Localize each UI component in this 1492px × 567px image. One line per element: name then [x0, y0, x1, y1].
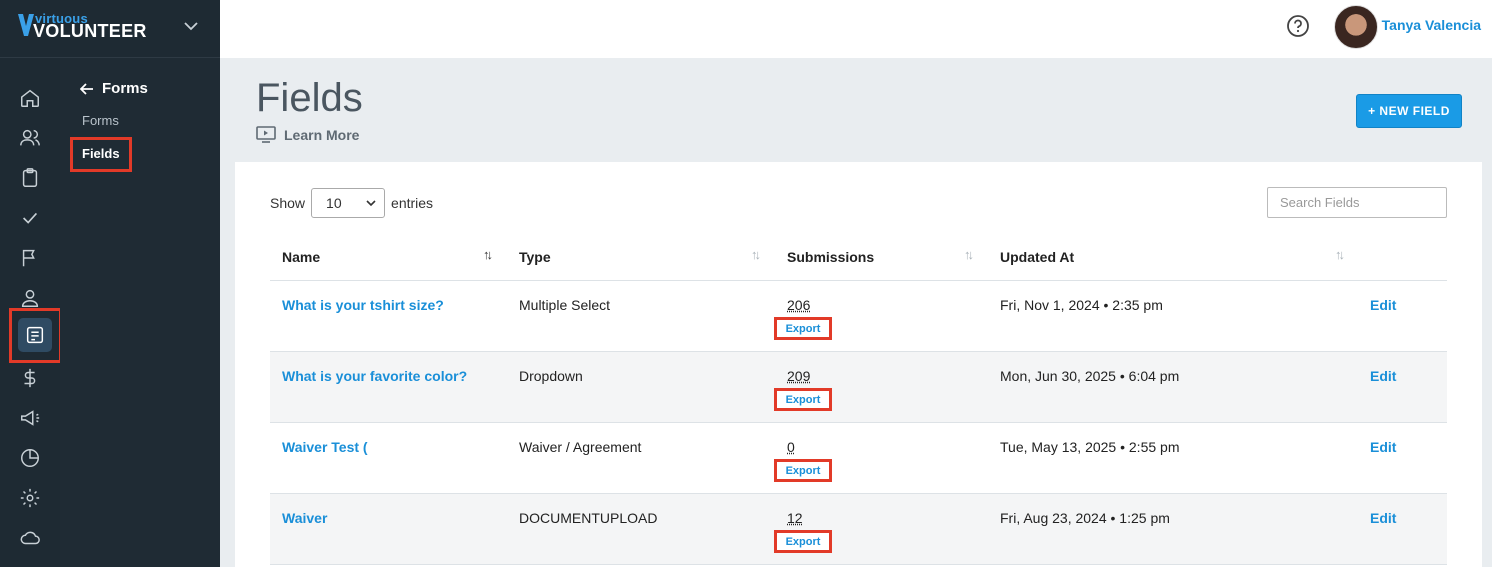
pie-chart-icon[interactable] — [14, 442, 46, 474]
field-type: Dropdown — [519, 368, 583, 384]
top-bar: Tanya Valencia — [220, 0, 1492, 58]
people-icon[interactable] — [14, 122, 46, 154]
forms-nav-highlight — [9, 308, 62, 363]
sort-icon[interactable]: ↑↓ — [483, 247, 493, 262]
column-header-submissions[interactable]: Submissions — [787, 249, 874, 265]
table-row: Waiver DOCUMENTUPLOAD 12 Export Fri, Aug… — [270, 494, 1447, 565]
column-header-type[interactable]: Type — [519, 249, 551, 265]
megaphone-icon[interactable] — [14, 402, 46, 434]
brand-name: VOLUNTEER — [33, 21, 147, 41]
entries-control: Show 10 entries — [270, 188, 433, 218]
chevron-down-icon — [366, 200, 376, 207]
export-highlight: Export — [774, 459, 832, 482]
column-header-updated-at[interactable]: Updated At — [1000, 249, 1074, 265]
sort-icon[interactable]: ↑↓ — [1335, 247, 1345, 262]
video-icon — [256, 126, 276, 143]
help-icon[interactable] — [1286, 14, 1310, 38]
submissions-count: 12 — [787, 510, 803, 526]
submissions-count: 206 — [787, 297, 811, 313]
field-type: Multiple Select — [519, 297, 611, 313]
field-type: Waiver / Agreement — [519, 439, 642, 455]
updated-at: Fri, Aug 23, 2024 • 1:25 pm — [1000, 510, 1170, 526]
column-header-name[interactable]: Name — [282, 249, 320, 265]
gear-icon[interactable] — [14, 482, 46, 514]
user-name[interactable]: Tanya Valencia — [1382, 17, 1481, 33]
learn-more-label: Learn More — [284, 126, 360, 143]
export-link[interactable]: Export — [786, 394, 821, 406]
chevron-down-icon[interactable] — [183, 18, 199, 34]
submissions-count: 209 — [787, 368, 811, 384]
table-row: Waiver Test ( Waiver / Agreement 0 Expor… — [270, 423, 1447, 494]
back-to-forms-link[interactable]: Forms — [80, 80, 148, 97]
clipboard-icon[interactable] — [14, 162, 46, 194]
search-input[interactable] — [1267, 187, 1447, 218]
entries-value: 10 — [326, 195, 342, 211]
edit-link[interactable]: Edit — [1370, 368, 1396, 384]
table-row: What is your tshirt size? Multiple Selec… — [270, 281, 1447, 352]
updated-at: Mon, Jun 30, 2025 • 6:04 pm — [1000, 368, 1180, 384]
sort-icon[interactable]: ↑↓ — [964, 247, 974, 262]
export-link[interactable]: Export — [786, 323, 821, 335]
field-name-link[interactable]: Waiver Test ( — [282, 439, 368, 455]
page-title: Fields — [256, 76, 363, 120]
table-row: What is your favorite color? Dropdown 20… — [270, 352, 1447, 423]
cloud-icon[interactable] — [14, 522, 46, 554]
sub-navigation: Forms Forms Fields — [60, 58, 220, 567]
entries-label: entries — [391, 195, 434, 211]
export-link[interactable]: Export — [786, 536, 821, 548]
updated-at: Fri, Nov 1, 2024 • 2:35 pm — [1000, 297, 1163, 313]
icon-rail — [0, 0, 62, 567]
table-header: Name ↑↓ Type ↑↓ Submissions ↑↓ Updated A… — [270, 239, 1447, 281]
check-icon[interactable] — [14, 202, 46, 234]
edit-link[interactable]: Edit — [1370, 297, 1396, 313]
subnav-item-forms[interactable]: Forms — [82, 113, 119, 128]
field-name-link[interactable]: What is your favorite color? — [282, 368, 467, 384]
home-icon[interactable] — [14, 82, 46, 114]
fields-table-card: Show 10 entries Name ↑↓ Type ↑↓ Submissi… — [235, 162, 1482, 567]
dollar-icon[interactable] — [14, 362, 46, 394]
arrow-left-icon — [80, 82, 93, 95]
learn-more-link[interactable]: Learn More — [256, 126, 359, 143]
export-link[interactable]: Export — [786, 465, 821, 477]
field-type: DOCUMENTUPLOAD — [519, 510, 658, 526]
new-field-button[interactable]: + NEW FIELD — [1356, 94, 1462, 128]
avatar[interactable] — [1334, 5, 1378, 49]
field-name-link[interactable]: What is your tshirt size? — [282, 297, 444, 313]
submissions-count: 0 — [787, 439, 795, 455]
brand-header[interactable]: virtuous VOLUNTEER — [0, 0, 220, 58]
sort-icon[interactable]: ↑↓ — [751, 247, 761, 262]
fields-nav-highlight — [70, 137, 132, 172]
export-highlight: Export — [774, 530, 832, 553]
show-label: Show — [270, 195, 306, 211]
logo-icon — [18, 14, 34, 36]
edit-link[interactable]: Edit — [1370, 439, 1396, 455]
export-highlight: Export — [774, 388, 832, 411]
export-highlight: Export — [774, 317, 832, 340]
entries-select[interactable]: 10 — [311, 188, 386, 218]
flag-icon[interactable] — [14, 242, 46, 274]
edit-link[interactable]: Edit — [1370, 510, 1396, 526]
field-name-link[interactable]: Waiver — [282, 510, 327, 526]
back-label: Forms — [102, 80, 148, 97]
updated-at: Tue, May 13, 2025 • 2:55 pm — [1000, 439, 1180, 455]
